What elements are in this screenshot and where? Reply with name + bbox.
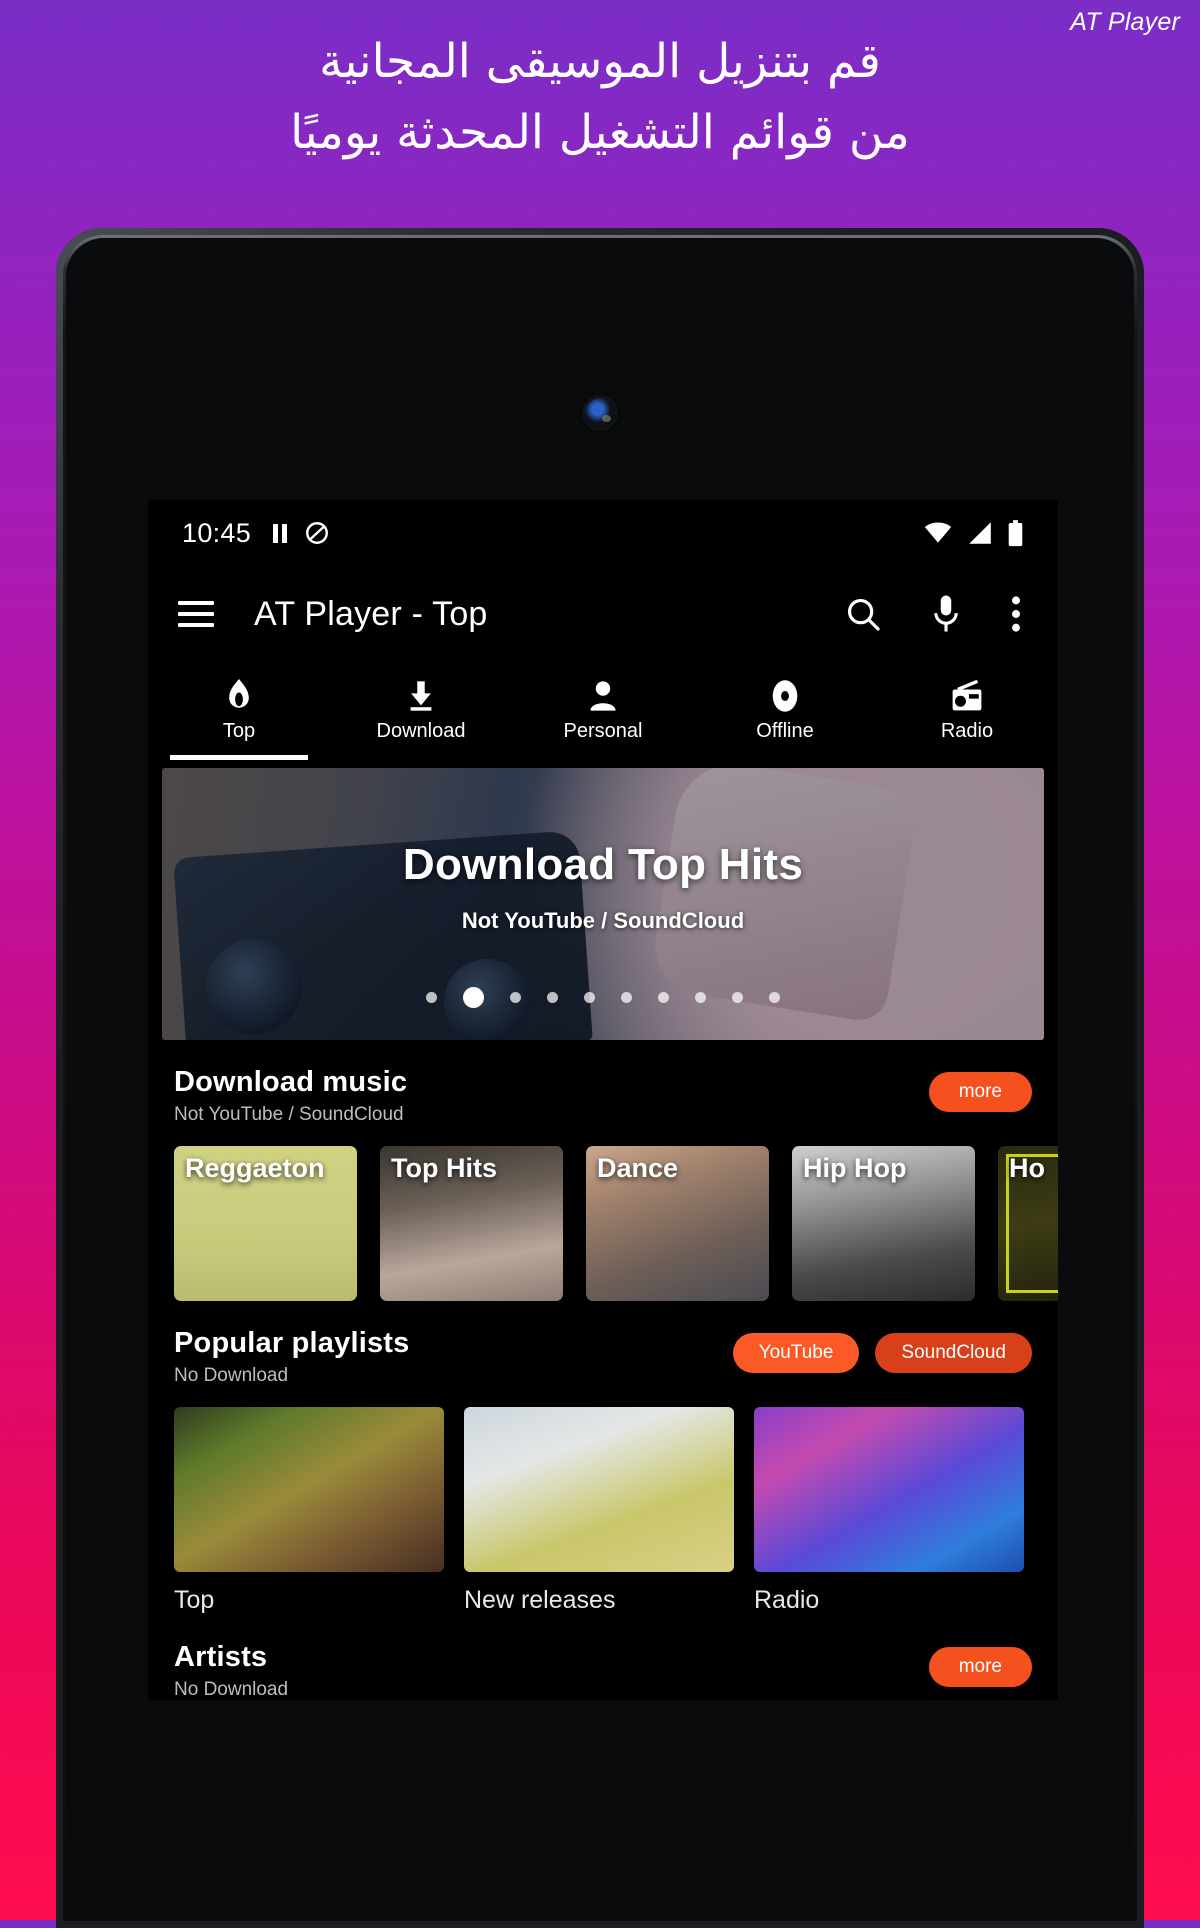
do-not-disturb-icon <box>306 522 329 544</box>
status-bar-system-icons <box>923 519 1024 547</box>
section-subtitle: No Download <box>174 1679 289 1700</box>
genre-card-row[interactable]: Reggaeton Top Hits Dance Hip Hop Ho <box>148 1126 1058 1301</box>
carousel-dot[interactable] <box>621 992 632 1003</box>
promo-headline: قم بتنزيل الموسيقى المجانية من قوائم الت… <box>0 26 1200 169</box>
playlist-thumbnail <box>464 1407 734 1572</box>
tab-offline[interactable]: Offline <box>694 662 876 760</box>
search-icon[interactable] <box>844 595 882 633</box>
hamburger-bar <box>178 623 214 627</box>
hamburger-bar <box>178 601 214 605</box>
carousel-dots[interactable] <box>162 987 1044 1008</box>
carousel-dot[interactable] <box>584 992 595 1003</box>
app-bar-actions <box>844 594 1028 634</box>
more-vertical-icon[interactable] <box>1010 595 1022 633</box>
pause-icon <box>273 523 288 543</box>
section-title: Artists <box>174 1641 268 1673</box>
tab-radio[interactable]: Radio <box>876 662 1058 760</box>
playlist-card-row[interactable]: Top New releases Radio <box>148 1387 1058 1615</box>
section-actions: YouTube SoundCloud <box>732 1327 1032 1373</box>
tab-label: Top <box>222 720 256 742</box>
section-title: Popular playlists <box>174 1327 410 1359</box>
genre-card-top-hits[interactable]: Top Hits <box>380 1146 563 1301</box>
tab-personal[interactable]: Personal <box>512 662 694 760</box>
playlist-card-top[interactable]: Top <box>174 1407 444 1615</box>
radio-icon <box>950 679 984 713</box>
section-header-artists: Artists No Download more <box>148 1615 1058 1700</box>
hero-subtitle: Not YouTube / SoundCloud <box>461 908 745 933</box>
tab-top[interactable]: Top <box>148 662 330 760</box>
playlist-label: New releases <box>464 1586 616 1614</box>
playlist-card-radio[interactable]: Radio <box>754 1407 1024 1615</box>
genre-card-label: Hip Hop <box>803 1153 907 1183</box>
app-bar: AT Player - Top <box>148 566 1058 662</box>
status-bar-notification-icons <box>273 520 330 546</box>
tab-label: Radio <box>940 720 994 742</box>
more-button-artists[interactable]: more <box>928 1647 1032 1687</box>
carousel-dot[interactable] <box>510 992 521 1003</box>
promo-headline-line-1: قم بتنزيل الموسيقى المجانية <box>319 34 881 89</box>
carousel-dot[interactable] <box>695 992 706 1003</box>
genre-card-dance[interactable]: Dance <box>586 1146 769 1301</box>
genre-card-label: Reggaeton <box>185 1153 325 1183</box>
tab-download[interactable]: Download <box>330 662 512 760</box>
wifi-icon <box>924 522 952 543</box>
microphone-icon[interactable] <box>928 594 964 634</box>
section-subtitle: No Download <box>174 1365 289 1386</box>
promo-headline-line-2: من قوائم التشغيل المحدثة يوميًا <box>290 105 910 161</box>
signal-icon <box>969 522 991 544</box>
youtube-filter-button[interactable]: YouTube <box>732 1333 860 1373</box>
tab-label: Offline <box>756 720 814 742</box>
genre-card-label: Dance <box>597 1153 679 1183</box>
hamburger-bar <box>178 612 214 616</box>
section-actions: more <box>928 1066 1032 1112</box>
front-camera-icon <box>585 398 615 428</box>
soundcloud-filter-button[interactable]: SoundCloud <box>875 1333 1032 1373</box>
carousel-dot[interactable] <box>732 992 743 1003</box>
section-header-texts: Download music Not YouTube / SoundCloud <box>174 1066 407 1126</box>
genre-card-label: Ho <box>1009 1153 1045 1183</box>
carousel-dot[interactable] <box>547 992 558 1003</box>
disc-icon <box>769 679 801 713</box>
genre-card-hip-hop[interactable]: Hip Hop <box>792 1146 975 1301</box>
app-bar-title: AT Player - Top <box>254 594 488 633</box>
playlist-label: Top <box>174 1586 215 1614</box>
playlist-label: Radio <box>754 1586 820 1614</box>
carousel-dot[interactable] <box>426 992 437 1003</box>
app-screen: 10:45 AT Player - Top Top Download Perso… <box>148 500 1058 1700</box>
section-header-texts: Artists No Download <box>174 1641 288 1700</box>
tab-label: Personal <box>563 720 643 742</box>
genre-card-reggaeton[interactable]: Reggaeton <box>174 1146 357 1301</box>
flame-icon <box>224 679 254 713</box>
genre-card-house-partial[interactable]: Ho <box>998 1146 1058 1301</box>
hero-carousel[interactable]: Download Top Hits Not YouTube / SoundClo… <box>162 768 1044 1040</box>
section-header-texts: Popular playlists No Download <box>174 1327 409 1387</box>
camera-glint <box>602 414 612 422</box>
tab-label: Download <box>376 720 466 742</box>
battery-icon <box>1008 519 1023 546</box>
playlist-card-new-releases[interactable]: New releases <box>464 1407 734 1615</box>
tab-bar: Top Download Personal Offline Radio <box>148 662 1058 760</box>
hero-title: Download Top Hits <box>402 840 804 889</box>
playlist-thumbnail <box>174 1407 444 1572</box>
section-header-popular-playlists: Popular playlists No Download YouTube So… <box>148 1301 1058 1387</box>
section-actions: more <box>928 1641 1032 1687</box>
download-icon <box>406 679 436 713</box>
playlist-thumbnail <box>754 1407 1024 1572</box>
genre-card-label: Top Hits <box>391 1153 497 1183</box>
section-header-download-music: Download music Not YouTube / SoundCloud … <box>148 1040 1058 1126</box>
carousel-dot-active[interactable] <box>463 987 484 1008</box>
person-icon <box>588 679 618 713</box>
carousel-dot[interactable] <box>658 992 669 1003</box>
section-title: Download music <box>174 1066 408 1098</box>
status-bar: 10:45 <box>148 500 1058 566</box>
carousel-dot[interactable] <box>769 992 780 1003</box>
status-bar-clock: 10:45 <box>182 517 252 548</box>
more-button-download-music[interactable]: more <box>928 1072 1032 1112</box>
hamburger-menu-icon[interactable] <box>178 601 214 627</box>
section-subtitle: Not YouTube / SoundCloud <box>174 1104 404 1125</box>
